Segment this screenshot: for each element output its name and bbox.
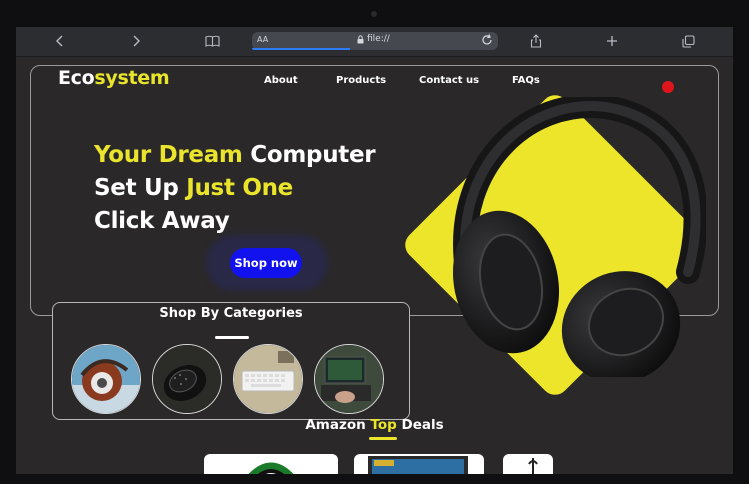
keyboard-image <box>234 345 302 413</box>
categories-title: Shop By Categories <box>159 306 303 321</box>
share-icon[interactable] <box>525 31 547 51</box>
reload-icon[interactable] <box>480 33 494 47</box>
category-keyboard[interactable] <box>233 344 303 414</box>
browser-toolbar: AA file:// <box>16 27 733 57</box>
headline-text-2: Set Up <box>94 175 187 201</box>
deal-card[interactable] <box>354 454 484 474</box>
new-tab-icon[interactable] <box>601 31 623 51</box>
laptop-bezel: AA file:// Ecosystem About Products Cont… <box>0 0 749 484</box>
deal-product-monitor-image <box>368 456 468 474</box>
deal-card[interactable] <box>204 454 338 474</box>
forward-icon[interactable] <box>125 31 147 51</box>
categories-panel: Shop By Categories <box>52 302 410 420</box>
reader-icon[interactable] <box>201 31 223 51</box>
deal-product-headphones-image <box>248 462 294 474</box>
deal-card[interactable] <box>503 454 553 474</box>
category-laptop[interactable] <box>314 344 384 414</box>
lock-icon <box>357 34 364 43</box>
headline-highlight-2: Just One <box>186 175 293 201</box>
url-display[interactable]: file:// <box>357 34 390 44</box>
shop-now-button[interactable]: Shop now <box>230 248 302 278</box>
nav-products[interactable]: Products <box>336 75 386 86</box>
headline-line-2: Set Up Just One <box>94 172 375 205</box>
category-mouse[interactable] <box>152 344 222 414</box>
page-load-progress <box>252 48 350 50</box>
reader-aa-button[interactable]: AA <box>257 35 268 44</box>
headphones-image <box>72 345 140 413</box>
web-page: Ecosystem About Products Contact us FAQs <box>16 57 733 474</box>
logo-part-eco: Eco <box>58 67 95 89</box>
deals-title: Amazon Top Deals <box>16 417 733 433</box>
deals-underline <box>369 437 397 440</box>
headline-highlight-1: Your Dream <box>94 142 243 168</box>
category-headphones[interactable] <box>71 344 141 414</box>
notification-dot <box>662 81 674 93</box>
laptop-screen: AA file:// Ecosystem About Products Cont… <box>16 27 733 474</box>
site-logo[interactable]: Ecosystem <box>58 67 170 89</box>
laptop-image <box>315 345 383 413</box>
nav-about[interactable]: About <box>264 75 298 86</box>
headline-line-1: Your Dream Computer <box>94 139 376 172</box>
tabs-icon[interactable] <box>677 31 699 51</box>
deals-title-highlight: Top <box>370 417 397 433</box>
nav-contact[interactable]: Contact us <box>419 75 479 86</box>
logo-part-system: system <box>94 67 170 89</box>
back-icon[interactable] <box>49 31 71 51</box>
deals-title-part-2: Deals <box>396 417 444 433</box>
nav-faqs[interactable]: FAQs <box>512 75 540 86</box>
headphones-image <box>452 97 706 377</box>
url-text: file:// <box>367 34 390 44</box>
camera-dot <box>371 11 377 17</box>
deal-product-image <box>528 458 538 474</box>
categories-underline <box>215 336 249 339</box>
headline-line-3: Click Away <box>94 208 230 234</box>
address-bar[interactable]: AA file:// <box>252 32 498 50</box>
mouse-image <box>153 345 221 413</box>
deals-title-part-1: Amazon <box>305 417 371 433</box>
hero-headline: Your Dream Computer Set Up Just One Clic… <box>94 139 376 238</box>
headline-text-1: Computer <box>242 142 376 168</box>
